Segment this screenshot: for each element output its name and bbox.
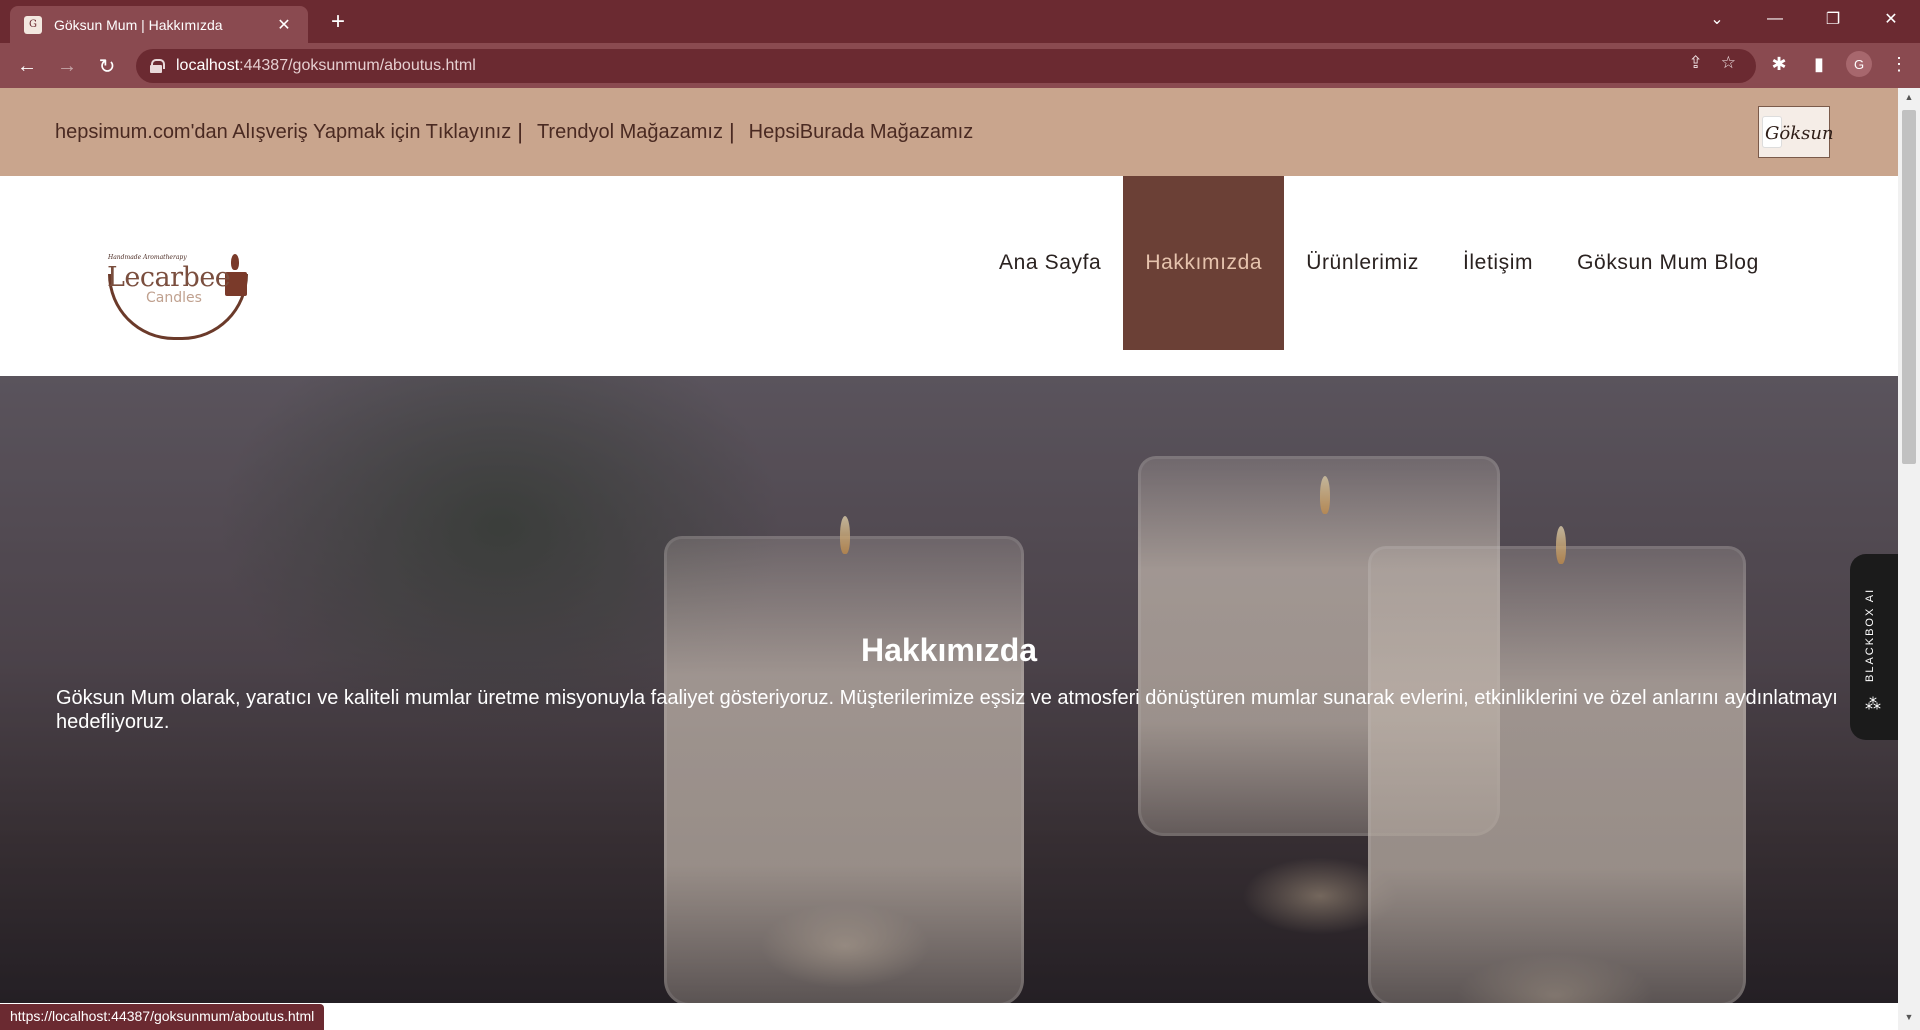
browser-tab-bar: G Göksun Mum | Hakkımızda ✕ + ⌄ — ❐ ✕ (0, 0, 1920, 43)
web-page: hepsimum.com'dan Alışveriş Yapmak için T… (0, 88, 1898, 1003)
scroll-up-icon[interactable]: ▲ (1902, 92, 1916, 106)
bookmark-star-icon[interactable]: ☆ (1721, 53, 1736, 73)
site-favicon-icon: G (24, 15, 42, 34)
nav-contact[interactable]: İletişim (1441, 176, 1555, 350)
brand-sub: Candles (146, 290, 202, 306)
blackbox-ai-widget[interactable]: BLACKBOX AI ⁂ (1850, 554, 1898, 740)
browser-toolbar: ← → ↻ localhost:44387/goksunmum/aboutus.… (0, 43, 1920, 88)
brand-tagline: Handmade Aromatherapy (108, 254, 187, 261)
link-status-bar: https://localhost:44387/goksunmum/aboutu… (0, 1004, 325, 1030)
close-window-icon[interactable]: ✕ (1862, 0, 1920, 38)
page-title: Hakkımızda (860, 632, 1038, 668)
new-tab-icon[interactable]: + (326, 10, 350, 34)
about-text: Göksun Mum olarak, yaratıcı ve kaliteli … (56, 687, 1838, 733)
site-header: Handmade Aromatherapy Lecarbee Candles A… (0, 176, 1898, 376)
scroll-down-icon[interactable]: ▼ (1902, 1012, 1916, 1026)
blackbox-logo-icon: ⁂ (1865, 696, 1881, 713)
scrollbar-thumb[interactable] (1902, 110, 1916, 464)
flame-icon (231, 254, 239, 270)
browser-tab[interactable]: G Göksun Mum | Hakkımızda ✕ (10, 6, 308, 43)
share-icon[interactable]: ⇪ (1689, 53, 1703, 73)
back-icon[interactable]: ← (14, 53, 40, 79)
window-controls: ⌄ — ❐ ✕ (1688, 0, 1920, 38)
tab-title: Göksun Mum | Hakkımızda (54, 16, 223, 33)
lock-icon[interactable] (150, 59, 165, 73)
profile-avatar[interactable]: G (1846, 51, 1872, 77)
main-nav: Ana Sayfa Hakkımızda Ürünlerimiz İletişi… (977, 176, 1781, 350)
address-bar[interactable]: localhost:44387/goksunmum/aboutus.html ⇪… (136, 49, 1756, 83)
goksun-logo[interactable]: Göksun (1758, 106, 1834, 158)
restore-icon[interactable]: ❐ (1804, 0, 1862, 38)
nav-about[interactable]: Hakkımızda (1123, 176, 1285, 350)
hepsiburada-link[interactable]: HepsiBurada Mağazamız (749, 121, 974, 144)
url-host: localhost (176, 57, 240, 74)
tab-search-icon[interactable]: ⌄ (1688, 0, 1746, 38)
nav-products[interactable]: Ürünlerimiz (1284, 176, 1441, 350)
store-links-bar: hepsimum.com'dan Alışveriş Yapmak için T… (0, 88, 1898, 176)
side-panel-icon[interactable]: ▮ (1806, 54, 1832, 75)
nav-home[interactable]: Ana Sayfa (977, 176, 1123, 350)
minimize-icon[interactable]: — (1746, 0, 1804, 38)
separator: | (728, 119, 735, 144)
close-tab-icon[interactable]: ✕ (274, 15, 294, 35)
separator: | (517, 119, 523, 144)
url-path: :44387/goksunmum/aboutus.html (239, 57, 476, 74)
brand-name: Lecarbee (107, 262, 231, 293)
goksun-logo-script: Göksun (1765, 123, 1834, 144)
menu-kebab-icon[interactable]: ⋮ (1886, 54, 1912, 75)
brand-logo[interactable]: Handmade Aromatherapy Lecarbee Candles (104, 254, 250, 342)
forward-icon[interactable]: → (54, 53, 80, 79)
hepsimum-link[interactable]: hepsimum.com'dan Alışveriş Yapmak için T… (55, 121, 511, 144)
hero-section: Hakkımızda Göksun Mum olarak, yaratıcı v… (0, 376, 1898, 1003)
blackbox-label: BLACKBOX AI (1864, 587, 1876, 682)
nav-blog[interactable]: Göksun Mum Blog (1555, 176, 1781, 350)
reload-icon[interactable]: ↻ (94, 53, 120, 79)
extensions-icon[interactable]: ✱ (1766, 54, 1792, 75)
page-scrollbar[interactable]: ▲ ▼ (1898, 88, 1920, 1030)
trendyol-link[interactable]: Trendyol Mağazamız (537, 121, 723, 144)
